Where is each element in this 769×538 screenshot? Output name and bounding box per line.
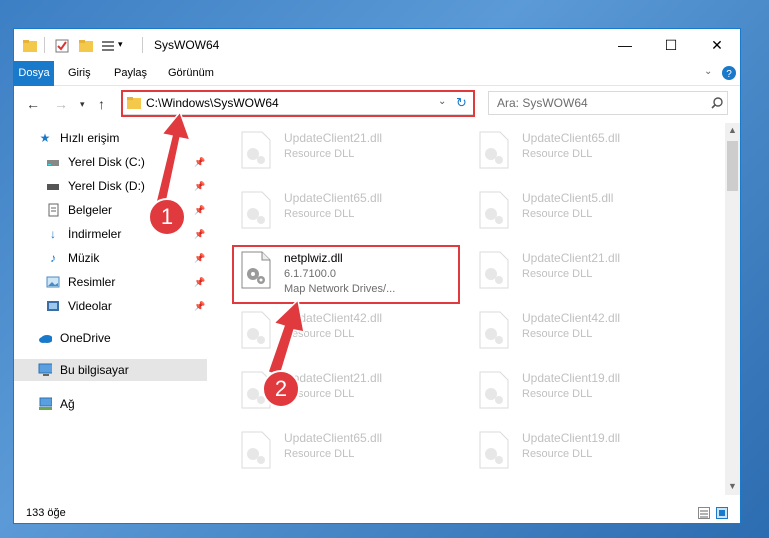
step-1-badge: 1: [148, 198, 186, 236]
step-2-badge: 2: [262, 370, 300, 408]
arrow-1: [155, 110, 192, 205]
arrow-2: [267, 298, 305, 377]
annotation-arrows: [155, 110, 305, 377]
